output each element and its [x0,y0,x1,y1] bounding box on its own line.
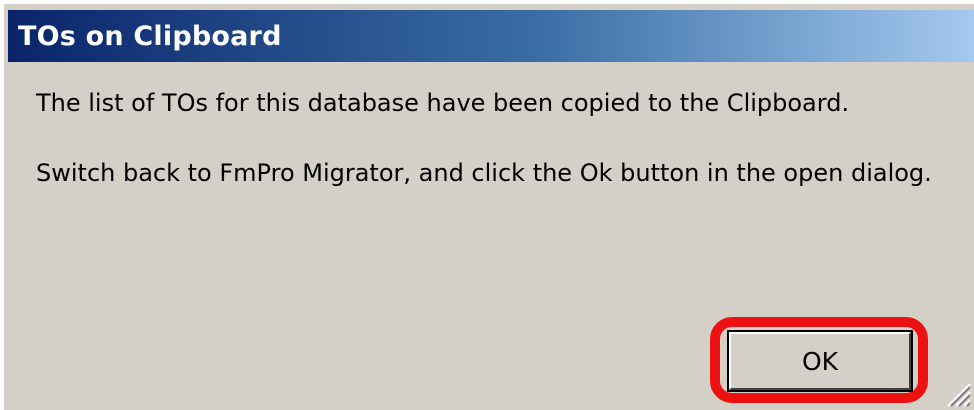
ok-button[interactable]: OK [727,330,913,392]
dialog-title: TOs on Clipboard [18,20,282,52]
resize-grip-icon[interactable] [942,378,972,408]
message-line-instructions: Switch back to FmPro Migrator, and click… [36,159,932,187]
dialog-message: The list of TOs for this database have b… [36,86,936,191]
message-line-copied: The list of TOs for this database have b… [36,89,850,117]
dialog-window: TOs on Clipboard The list of TOs for thi… [0,0,974,410]
title-bar[interactable]: TOs on Clipboard [8,10,974,62]
